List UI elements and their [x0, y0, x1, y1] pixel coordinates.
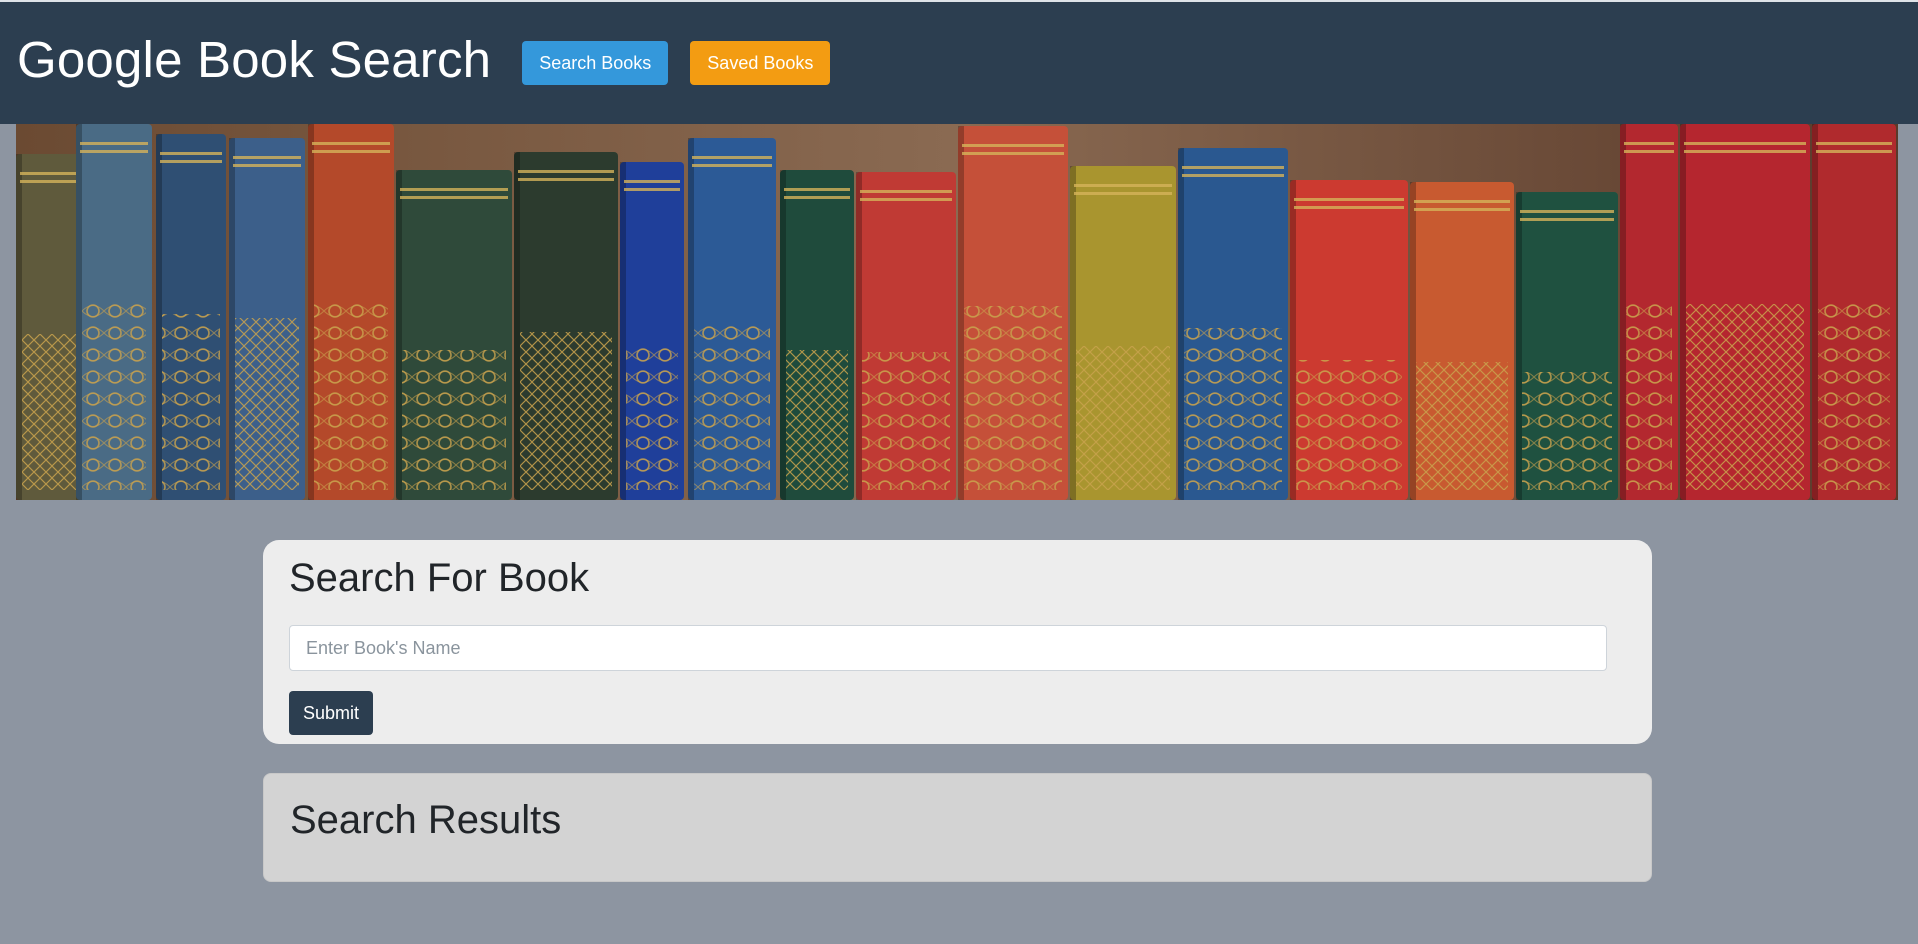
- book-spine-shadow: [16, 154, 22, 500]
- book-spine-ornament: [314, 304, 388, 490]
- book-name-input[interactable]: [289, 625, 1607, 671]
- book-spine-band: [962, 152, 1064, 155]
- book-spine-ornament: [1076, 346, 1170, 490]
- book-spine-ornament: [862, 352, 950, 490]
- book-spine-band: [233, 164, 301, 167]
- book-spine-band: [1684, 150, 1806, 153]
- search-card: Search For Book Submit: [263, 540, 1652, 744]
- book-spine-band: [233, 156, 301, 159]
- bookshelf-illustration: [16, 124, 1898, 500]
- book-spine-ornament: [235, 318, 299, 490]
- saved-books-button[interactable]: Saved Books: [690, 41, 831, 85]
- book-spine-band: [624, 188, 680, 191]
- book-spine-shadow: [1680, 124, 1686, 500]
- book-spine-shadow: [514, 152, 520, 500]
- search-books-button[interactable]: Search Books: [522, 41, 669, 85]
- brand-title[interactable]: Google Book Search: [17, 30, 491, 89]
- search-results-title: Search Results: [290, 798, 562, 842]
- book-spine-shadow: [780, 170, 786, 500]
- book-spine-ornament: [1818, 304, 1890, 490]
- book-spine-ornament: [1184, 328, 1282, 490]
- book-spine-band: [1624, 142, 1674, 145]
- book-spine-shadow: [1410, 182, 1416, 500]
- book-spine-shadow: [1812, 124, 1818, 500]
- book-spine-band: [1074, 192, 1172, 195]
- book-spine-band: [312, 150, 390, 153]
- book-spine-shadow: [1620, 124, 1626, 500]
- book-spine-band: [1294, 198, 1404, 201]
- book-spine-ornament: [162, 314, 220, 490]
- book-spine-ornament: [964, 306, 1062, 490]
- book-spine-band: [400, 188, 508, 191]
- search-results-card: Search Results: [263, 773, 1652, 882]
- book-spine-band: [1684, 142, 1806, 145]
- book-spine-band: [312, 142, 390, 145]
- book-spine-band: [784, 196, 850, 199]
- book-spine-band: [1414, 208, 1510, 211]
- book-spine-shadow: [958, 126, 964, 500]
- book-spine-band: [1294, 206, 1404, 209]
- book-spine-ornament: [694, 318, 770, 490]
- book-spine-band: [860, 198, 952, 201]
- book-spine-band: [1074, 184, 1172, 187]
- book-spine-band: [518, 178, 614, 181]
- book-spine-ornament: [402, 350, 506, 490]
- book-spine-band: [692, 164, 772, 167]
- book-spine-shadow: [1290, 180, 1296, 500]
- book-spine-band: [80, 142, 148, 145]
- submit-button[interactable]: Submit: [289, 691, 374, 735]
- book-spine-shadow: [229, 138, 235, 500]
- book-spine-shadow: [396, 170, 402, 500]
- bookshelf-banner-image: [16, 124, 1898, 500]
- book-spine-band: [20, 180, 80, 183]
- navbar: Google Book Search Search Books Saved Bo…: [0, 0, 1918, 124]
- book-spine-shadow: [308, 124, 314, 500]
- book-spine-band: [518, 170, 614, 173]
- book-spine-shadow: [688, 138, 694, 500]
- book-spine-band: [20, 172, 80, 175]
- book-spine-band: [860, 190, 952, 193]
- book-spine-ornament: [1296, 360, 1402, 490]
- book-spine-band: [692, 156, 772, 159]
- book-spine-shadow: [1178, 148, 1184, 500]
- book-spine-ornament: [786, 350, 848, 490]
- search-card-title: Search For Book: [289, 556, 590, 600]
- book-spine-band: [962, 144, 1064, 147]
- book-spine-ornament: [1522, 372, 1612, 490]
- book-spine-band: [160, 160, 222, 163]
- book-spine-ornament: [1416, 362, 1508, 490]
- book-spine-band: [1520, 218, 1614, 221]
- book-spine-ornament: [520, 332, 612, 490]
- book-spine-shadow: [620, 162, 626, 500]
- book-spine-band: [1624, 150, 1674, 153]
- book-spine-ornament: [1626, 304, 1672, 490]
- book-spine-band: [1520, 210, 1614, 213]
- book-spine-band: [1182, 166, 1284, 169]
- book-spine-ornament: [1686, 304, 1804, 490]
- book-spine-band: [80, 150, 148, 153]
- book-spine-shadow: [1516, 192, 1522, 500]
- book-spine-band: [1182, 174, 1284, 177]
- book-spine-shadow: [1070, 166, 1076, 500]
- book-spine-band: [400, 196, 508, 199]
- book-spine-ornament: [22, 334, 78, 490]
- book-spine-ornament: [82, 304, 146, 490]
- book-spine-band: [624, 180, 680, 183]
- book-spine-band: [160, 152, 222, 155]
- book-spine-band: [1414, 200, 1510, 203]
- book-spine-shadow: [76, 124, 82, 500]
- book-spine-shadow: [856, 172, 862, 500]
- book-spine-shadow: [156, 134, 162, 500]
- book-spine-band: [784, 188, 850, 191]
- book-spine-band: [1816, 142, 1892, 145]
- book-spine-band: [1816, 150, 1892, 153]
- book-spine-ornament: [626, 342, 678, 490]
